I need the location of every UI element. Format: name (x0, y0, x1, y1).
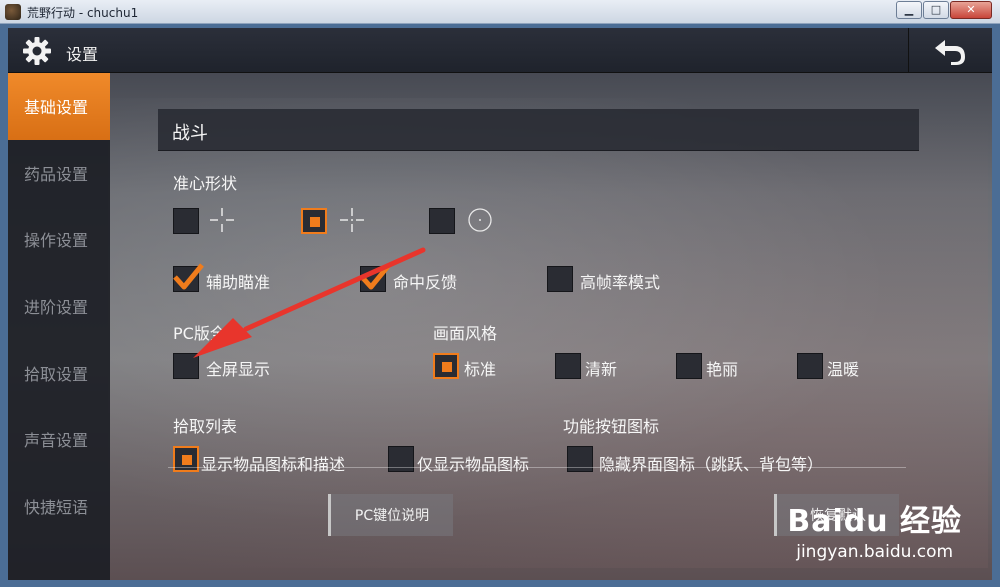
crosshair-option-3-checkbox[interactable] (429, 208, 455, 234)
style-fresh-checkbox[interactable] (555, 353, 581, 379)
style-vivid-checkbox[interactable] (676, 353, 702, 379)
crosshair-circle-icon (468, 208, 492, 232)
hit-feedback-checkbox[interactable] (360, 263, 391, 292)
app-icon (5, 4, 21, 20)
page-title: 设置 (66, 45, 99, 64)
style-standard-label: 标准 (464, 360, 497, 379)
sidebar-item-sound[interactable]: 声音设置 (8, 406, 110, 473)
watermark-brand: Baidu 经验 (787, 504, 962, 539)
settings-header: 设置 (8, 28, 992, 73)
close-button[interactable]: ✕ (950, 1, 992, 19)
crosshair-label: 准心形状 (173, 174, 238, 193)
pickup-icons-only-checkbox[interactable] (388, 446, 414, 472)
sidebar-item-controls[interactable]: 操作设置 (8, 206, 110, 273)
section-title: 战斗 (172, 123, 208, 144)
scroll-divider (168, 467, 906, 468)
sidebar-item-quick-phrases[interactable]: 快捷短语 (8, 473, 110, 540)
hide-ui-icons-checkbox[interactable] (567, 446, 593, 472)
pickup-list-label: 拾取列表 (173, 417, 238, 436)
hide-ui-icons-label: 隐藏界面图标（跳跃、背包等） (599, 455, 824, 474)
aim-assist-checkbox[interactable] (173, 263, 204, 292)
window-title: 荒野行动 - chuchu1 (27, 6, 139, 20)
crosshair-option-2-checkbox[interactable] (301, 208, 327, 234)
window-titlebar: 荒野行动 - chuchu1 ▁ □ ✕ (0, 0, 1000, 24)
style-warm-label: 温暖 (827, 360, 860, 379)
game-settings-panel: 设置 基础设置 药品设置 操作设置 进阶设置 拾取设置 声音设置 快捷短语 战斗… (8, 28, 992, 580)
aim-assist-label: 辅助瞄准 (206, 273, 271, 292)
window-controls: ▁ □ ✕ (895, 1, 992, 19)
checkmark-icon (360, 263, 391, 290)
checkmark-icon (173, 263, 204, 290)
high-fps-checkbox[interactable] (547, 266, 573, 292)
graphics-style-label: 画面风格 (433, 324, 498, 343)
sidebar-item-basic[interactable]: 基础设置 (8, 73, 110, 140)
back-button[interactable] (908, 28, 992, 73)
pc-keybind-help-button[interactable]: PC键位说明 (328, 494, 453, 536)
crosshair-gap-icon (210, 208, 234, 232)
pickup-icons-only-label: 仅显示物品图标 (417, 455, 530, 474)
crosshair-dot-icon (340, 208, 364, 232)
pickup-icons-and-desc-label: 显示物品图标和描述 (201, 455, 346, 474)
sidebar-item-pickup[interactable]: 拾取设置 (8, 339, 110, 406)
hit-feedback-label: 命中反馈 (393, 273, 458, 292)
watermark-url: jingyan.baidu.com (796, 542, 954, 562)
style-fresh-label: 清新 (585, 360, 618, 379)
style-vivid-label: 艳丽 (706, 360, 739, 379)
back-arrow-icon (934, 39, 965, 65)
style-warm-checkbox[interactable] (797, 353, 823, 379)
minimize-button[interactable]: ▁ (896, 1, 922, 19)
pc-fullscreen-label: PC版全屏 (173, 324, 242, 343)
fullscreen-option-label: 全屏显示 (206, 360, 271, 379)
baidu-watermark: Baidu 经验 jingyan.baidu.com (787, 496, 962, 562)
maximize-button[interactable]: □ (923, 1, 949, 19)
sidebar-item-medicine[interactable]: 药品设置 (8, 140, 110, 207)
section-header: 战斗 (158, 109, 919, 151)
settings-sidebar: 基础设置 药品设置 操作设置 进阶设置 拾取设置 声音设置 快捷短语 (8, 73, 110, 580)
crosshair-option-1-checkbox[interactable] (173, 208, 199, 234)
style-standard-checkbox[interactable] (433, 353, 459, 379)
high-fps-label: 高帧率模式 (580, 273, 661, 292)
fullscreen-checkbox[interactable] (173, 353, 199, 379)
sidebar-item-advanced[interactable]: 进阶设置 (8, 273, 110, 340)
gear-icon (23, 37, 51, 65)
function-icon-label: 功能按钮图标 (563, 417, 660, 436)
pickup-icons-and-desc-checkbox[interactable] (173, 446, 199, 472)
